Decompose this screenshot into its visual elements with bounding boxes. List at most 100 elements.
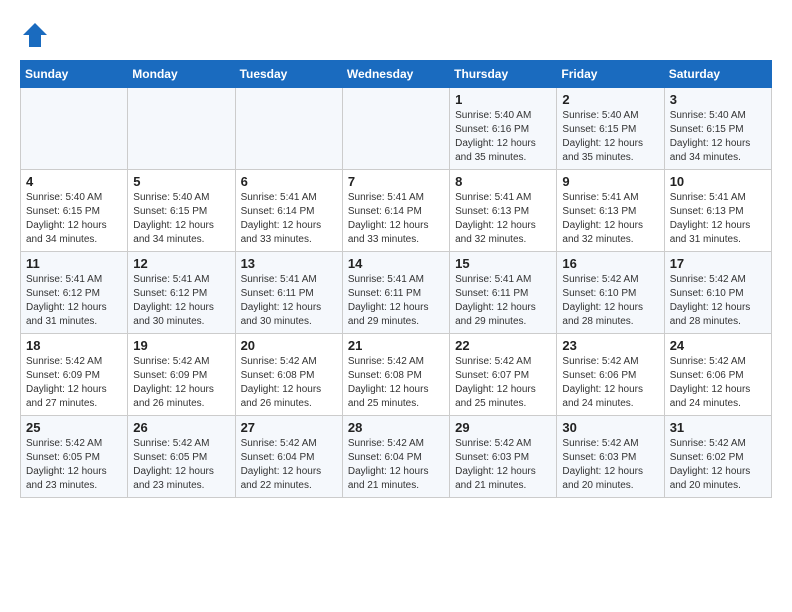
day-info: Sunrise: 5:42 AM Sunset: 6:05 PM Dayligh… — [26, 437, 122, 493]
day-number: 14 — [348, 256, 444, 271]
calendar-cell: 15 Sunrise: 5:41 AM Sunset: 6:11 PM Dayli… — [450, 252, 557, 334]
calendar-header-friday: Friday — [557, 61, 664, 88]
page-header — [20, 20, 772, 50]
calendar-cell: 27 Sunrise: 5:42 AM Sunset: 6:04 PM Dayli… — [235, 416, 342, 498]
calendar-cell: 1 Sunrise: 5:40 AM Sunset: 6:16 PM Daylig… — [450, 88, 557, 170]
calendar-cell: 12 Sunrise: 5:41 AM Sunset: 6:12 PM Dayli… — [128, 252, 235, 334]
calendar-cell: 17 Sunrise: 5:42 AM Sunset: 6:10 PM Dayli… — [664, 252, 771, 334]
calendar-week-row: 11 Sunrise: 5:41 AM Sunset: 6:12 PM Dayli… — [21, 252, 772, 334]
calendar-cell: 11 Sunrise: 5:41 AM Sunset: 6:12 PM Dayli… — [21, 252, 128, 334]
calendar-cell: 4 Sunrise: 5:40 AM Sunset: 6:15 PM Daylig… — [21, 170, 128, 252]
day-number: 7 — [348, 174, 444, 189]
day-number: 11 — [26, 256, 122, 271]
day-info: Sunrise: 5:42 AM Sunset: 6:06 PM Dayligh… — [670, 355, 766, 411]
day-number: 3 — [670, 92, 766, 107]
day-info: Sunrise: 5:41 AM Sunset: 6:14 PM Dayligh… — [348, 191, 444, 247]
calendar-cell: 29Sunrise: 5:42 AM Sunset: 6:03 PM Dayli… — [450, 416, 557, 498]
day-info: Sunrise: 5:41 AM Sunset: 6:11 PM Dayligh… — [455, 273, 551, 329]
calendar-cell: 20 Sunrise: 5:42 AM Sunset: 6:08 PM Dayli… — [235, 334, 342, 416]
calendar-cell: 31 Sunrise: 5:42 AM Sunset: 6:02 PM Dayli… — [664, 416, 771, 498]
day-info: Sunrise: 5:42 AM Sunset: 6:04 PM Dayligh… — [241, 437, 337, 493]
day-info: Sunrise: 5:40 AM Sunset: 6:15 PM Dayligh… — [670, 109, 766, 165]
day-info: Sunrise: 5:41 AM Sunset: 6:13 PM Dayligh… — [562, 191, 658, 247]
day-number: 30 — [562, 420, 658, 435]
day-number: 10 — [670, 174, 766, 189]
day-number: 31 — [670, 420, 766, 435]
calendar-cell: 25Sunrise: 5:42 AM Sunset: 6:05 PM Dayli… — [21, 416, 128, 498]
calendar-cell: 18 Sunrise: 5:42 AM Sunset: 6:09 PM Dayli… — [21, 334, 128, 416]
calendar-cell — [128, 88, 235, 170]
day-number: 20 — [241, 338, 337, 353]
day-number: 4 — [26, 174, 122, 189]
day-info: Sunrise: 5:42 AM Sunset: 6:08 PM Dayligh… — [348, 355, 444, 411]
day-number: 21 — [348, 338, 444, 353]
calendar-cell — [21, 88, 128, 170]
day-info: Sunrise: 5:42 AM Sunset: 6:04 PM Dayligh… — [348, 437, 444, 493]
calendar-cell: 21 Sunrise: 5:42 AM Sunset: 6:08 PM Dayli… — [342, 334, 449, 416]
day-info: Sunrise: 5:42 AM Sunset: 6:05 PM Dayligh… — [133, 437, 229, 493]
day-info: Sunrise: 5:41 AM Sunset: 6:13 PM Dayligh… — [670, 191, 766, 247]
day-number: 15 — [455, 256, 551, 271]
day-number: 1 — [455, 92, 551, 107]
day-number: 8 — [455, 174, 551, 189]
day-number: 2 — [562, 92, 658, 107]
day-number: 27 — [241, 420, 337, 435]
day-info: Sunrise: 5:42 AM Sunset: 6:10 PM Dayligh… — [562, 273, 658, 329]
day-info: Sunrise: 5:42 AM Sunset: 6:02 PM Dayligh… — [670, 437, 766, 493]
day-number: 19 — [133, 338, 229, 353]
calendar-cell — [342, 88, 449, 170]
day-number: 12 — [133, 256, 229, 271]
day-info: Sunrise: 5:41 AM Sunset: 6:11 PM Dayligh… — [241, 273, 337, 329]
calendar-header-monday: Monday — [128, 61, 235, 88]
calendar-cell: 14 Sunrise: 5:41 AM Sunset: 6:11 PM Dayli… — [342, 252, 449, 334]
day-number: 13 — [241, 256, 337, 271]
day-info: Sunrise: 5:40 AM Sunset: 6:15 PM Dayligh… — [562, 109, 658, 165]
calendar-cell: 6 Sunrise: 5:41 AM Sunset: 6:14 PM Daylig… — [235, 170, 342, 252]
day-number: 6 — [241, 174, 337, 189]
day-number: 24 — [670, 338, 766, 353]
calendar-cell: 28 Sunrise: 5:42 AM Sunset: 6:04 PM Dayli… — [342, 416, 449, 498]
calendar-header-wednesday: Wednesday — [342, 61, 449, 88]
day-info: Sunrise: 5:41 AM Sunset: 6:12 PM Dayligh… — [26, 273, 122, 329]
day-info: Sunrise: 5:42 AM Sunset: 6:09 PM Dayligh… — [26, 355, 122, 411]
calendar-cell: 8 Sunrise: 5:41 AM Sunset: 6:13 PM Daylig… — [450, 170, 557, 252]
calendar-cell: 10 Sunrise: 5:41 AM Sunset: 6:13 PM Dayli… — [664, 170, 771, 252]
calendar-cell: 24 Sunrise: 5:42 AM Sunset: 6:06 PM Dayli… — [664, 334, 771, 416]
calendar-week-row: 18 Sunrise: 5:42 AM Sunset: 6:09 PM Dayli… — [21, 334, 772, 416]
calendar-cell: 23 Sunrise: 5:42 AM Sunset: 6:06 PM Dayli… — [557, 334, 664, 416]
day-info: Sunrise: 5:42 AM Sunset: 6:08 PM Dayligh… — [241, 355, 337, 411]
calendar-cell: 16 Sunrise: 5:42 AM Sunset: 6:10 PM Dayli… — [557, 252, 664, 334]
day-number: 23 — [562, 338, 658, 353]
day-info: Sunrise: 5:40 AM Sunset: 6:15 PM Dayligh… — [26, 191, 122, 247]
day-info: Sunrise: 5:41 AM Sunset: 6:13 PM Dayligh… — [455, 191, 551, 247]
day-number: 26 — [133, 420, 229, 435]
day-info: Sunrise: 5:41 AM Sunset: 6:14 PM Dayligh… — [241, 191, 337, 247]
day-info: Sunrise: 5:42 AM Sunset: 6:10 PM Dayligh… — [670, 273, 766, 329]
day-info: Sunrise: 5:42 AM Sunset: 6:07 PM Dayligh… — [455, 355, 551, 411]
day-info: Sunrise: 5:42 AM Sunset: 6:03 PM Dayligh… — [562, 437, 658, 493]
calendar-cell: 9 Sunrise: 5:41 AM Sunset: 6:13 PM Daylig… — [557, 170, 664, 252]
day-info: Sunrise: 5:41 AM Sunset: 6:11 PM Dayligh… — [348, 273, 444, 329]
day-number: 17 — [670, 256, 766, 271]
calendar-cell: 13 Sunrise: 5:41 AM Sunset: 6:11 PM Dayli… — [235, 252, 342, 334]
calendar-cell: 3 Sunrise: 5:40 AM Sunset: 6:15 PM Daylig… — [664, 88, 771, 170]
day-number: 16 — [562, 256, 658, 271]
day-number: 18 — [26, 338, 122, 353]
day-info: Sunrise: 5:40 AM Sunset: 6:15 PM Dayligh… — [133, 191, 229, 247]
day-number: 9 — [562, 174, 658, 189]
calendar-cell: 5 Sunrise: 5:40 AM Sunset: 6:15 PM Daylig… — [128, 170, 235, 252]
day-info: Sunrise: 5:41 AM Sunset: 6:12 PM Dayligh… — [133, 273, 229, 329]
day-number: 5 — [133, 174, 229, 189]
calendar-table: SundayMondayTuesdayWednesdayThursdayFrid… — [20, 60, 772, 498]
day-info: Sunrise: 5:42 AM Sunset: 6:06 PM Dayligh… — [562, 355, 658, 411]
calendar-week-row: 25Sunrise: 5:42 AM Sunset: 6:05 PM Dayli… — [21, 416, 772, 498]
calendar-header-thursday: Thursday — [450, 61, 557, 88]
day-info: Sunrise: 5:40 AM Sunset: 6:16 PM Dayligh… — [455, 109, 551, 165]
day-number: 28 — [348, 420, 444, 435]
calendar-header-tuesday: Tuesday — [235, 61, 342, 88]
day-number: 22 — [455, 338, 551, 353]
calendar-cell: 26 Sunrise: 5:42 AM Sunset: 6:05 PM Dayli… — [128, 416, 235, 498]
logo[interactable] — [20, 20, 54, 50]
calendar-header-sunday: Sunday — [21, 61, 128, 88]
calendar-cell: 22 Sunrise: 5:42 AM Sunset: 6:07 PM Dayli… — [450, 334, 557, 416]
